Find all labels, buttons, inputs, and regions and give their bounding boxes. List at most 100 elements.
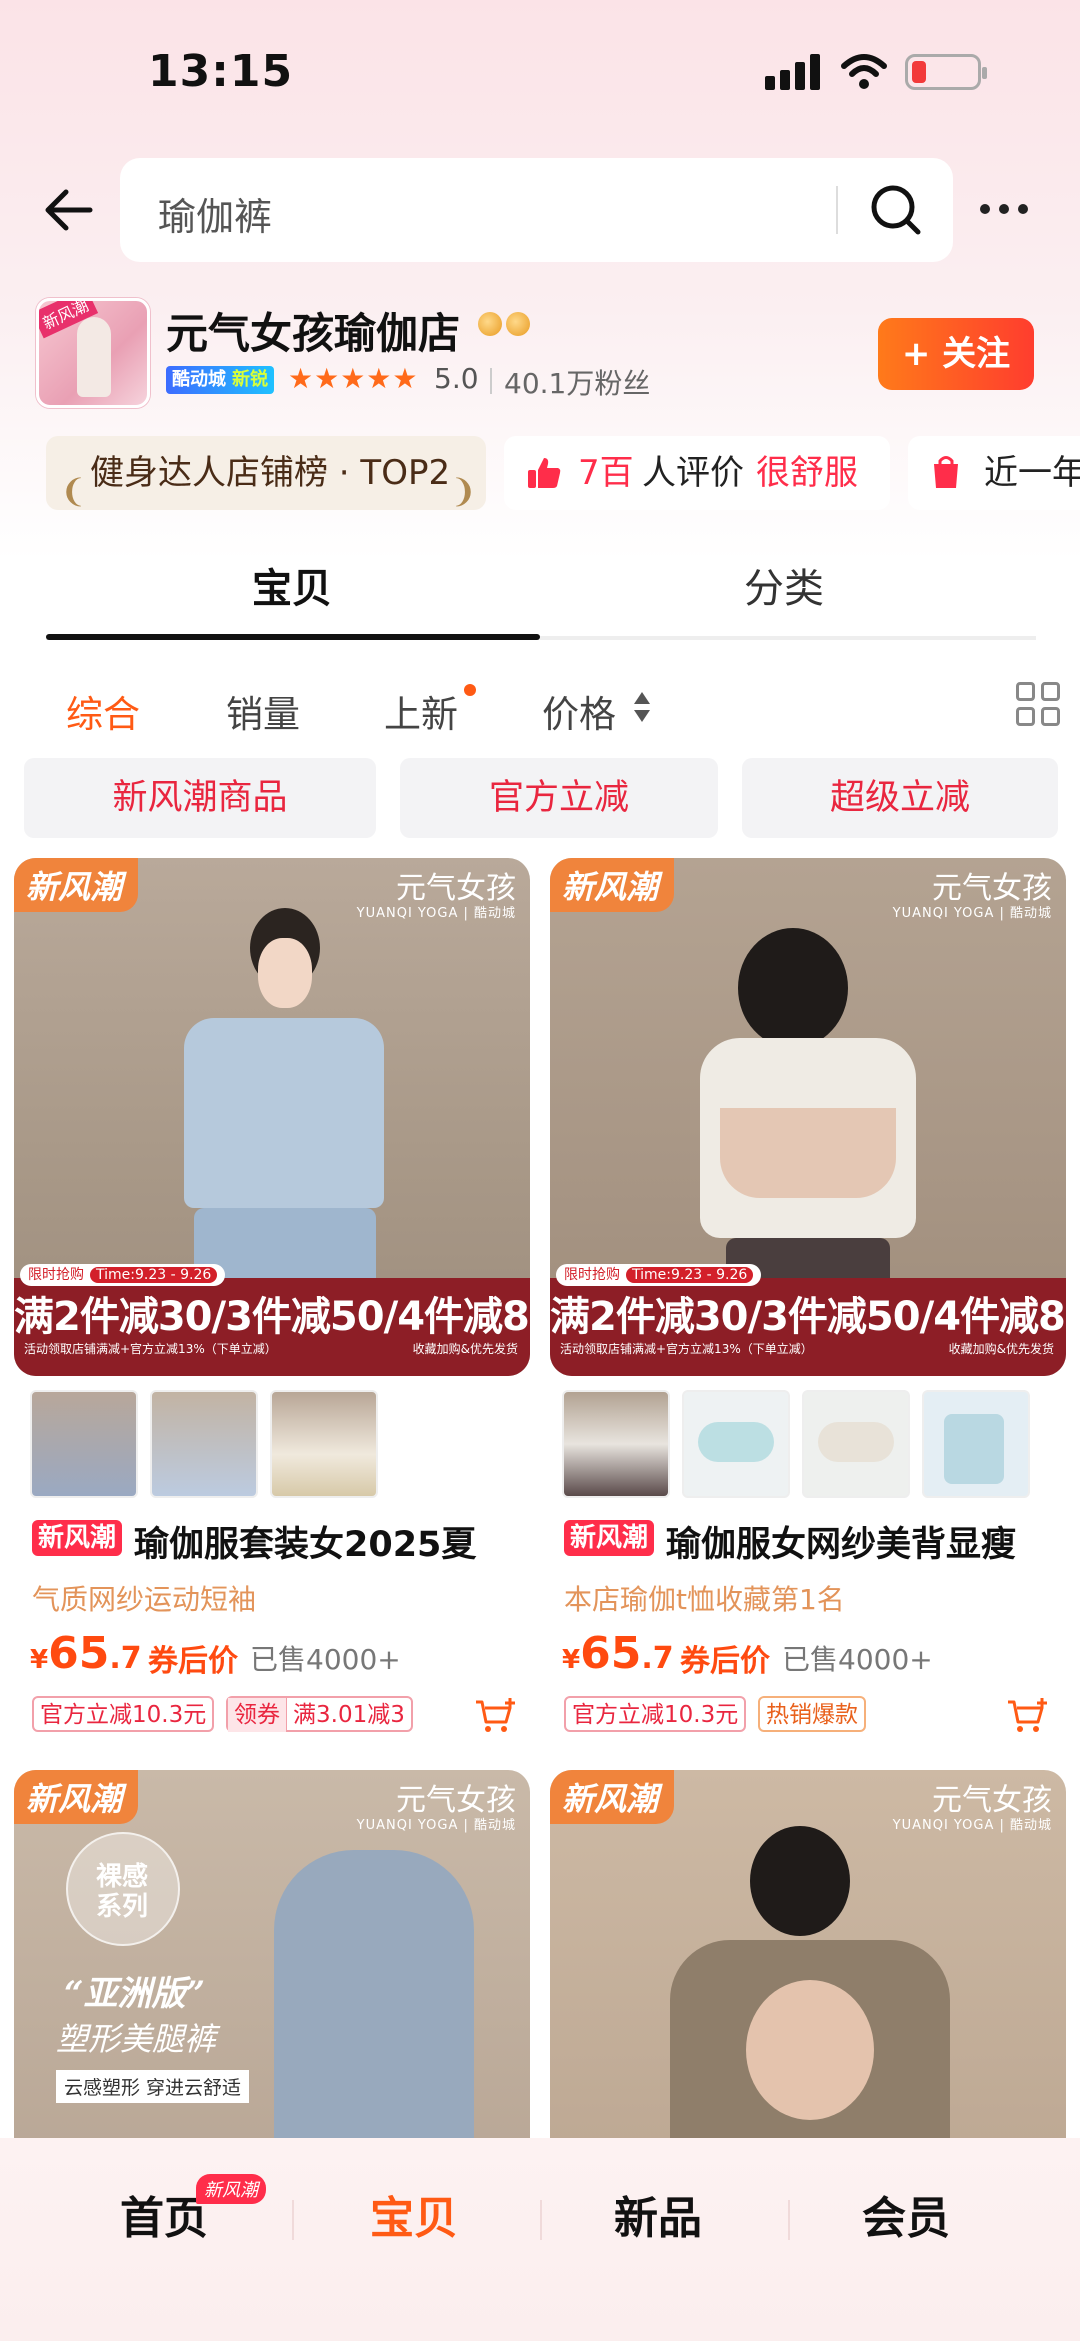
filter-new-trend[interactable]: 新风潮商品 [24,758,376,838]
shop-name[interactable]: 元气女孩瑜伽店 [166,300,460,361]
brand-watermark: 元气女孩 YUANQI YOGA | 酷动城 [892,871,1052,922]
rating-stars: ★★★★★ [288,362,419,395]
product-slogan-quote: “亚洲版” [64,1974,206,2014]
model-back [746,1980,874,2120]
ribbon-badge: 新风潮 [14,1770,139,1824]
product-thumbnail[interactable] [562,1390,670,1498]
sort-price[interactable]: 价格 [542,684,616,738]
model-hair [750,1826,850,1936]
sort-overall[interactable]: 综合 [66,684,140,738]
cellular-signal-icon [765,54,821,90]
shop-logo[interactable]: 新风潮 [36,298,150,408]
crown-icon [506,312,530,336]
product-thumbnail[interactable] [30,1390,138,1498]
brand-watermark: 元气女孩 YUANQI YOGA | 酷动城 [356,871,516,922]
brand-watermark: 元气女孩 YUANQI YOGA | 酷动城 [356,1783,516,1834]
tab-products[interactable]: 宝贝 [252,556,332,614]
coupon-tag[interactable]: 官方立减10.3元 [32,1696,215,1732]
product-image[interactable]: 裸感系列 “亚洲版” 塑形美腿裤 云感塑形 穿进云舒适 新风潮 元气女孩 YUAN… [14,1770,530,2190]
product-thumbnail[interactable] [922,1390,1030,1498]
status-bar: 13:15 [0,0,1080,140]
search-divider [836,186,838,234]
brand-watermark: 元气女孩 YUANQI YOGA | 酷动城 [892,1783,1052,1834]
more-options-icon[interactable] [980,196,1030,220]
nav-new-arrivals[interactable]: 新品 [614,2182,702,2246]
nav-products[interactable]: 宝贝 [370,2182,458,2246]
product-title[interactable]: 瑜伽服女网纱美背显瘦 [666,1516,1016,1567]
product-image[interactable]: 新风潮 元气女孩 YUANQI YOGA | 酷动城 [550,1770,1066,2190]
product-image[interactable]: 新风潮 元气女孩 YUANQI YOGA | 酷动城 限时抢购 Time:9.23 … [14,858,530,1376]
product-image[interactable]: 新风潮 元气女孩 YUANQI YOGA | 酷动城 限时抢购 Time:9.23 … [550,858,1066,1376]
new-trend-badge: 新风潮 [32,1520,123,1556]
thumbs-up-icon [528,458,561,488]
home-new-badge: 新风潮 [196,2174,266,2204]
back-arrow-icon[interactable] [40,182,96,238]
product-thumbnail[interactable] [802,1390,910,1498]
after-coupon-label: 券后价 [680,1644,770,1679]
product-price: ¥65.7 [30,1628,142,1679]
nav-divider [292,2200,294,2240]
filter-super-discount[interactable]: 超级立减 [742,758,1058,838]
model-back [720,1108,896,1198]
search-icon[interactable] [868,182,924,238]
status-time: 13:15 [148,46,294,97]
product-price: ¥65.7 [562,1628,674,1679]
after-coupon-label: 券后价 [148,1644,238,1679]
tab-indicator [46,634,540,640]
add-to-cart-icon[interactable] [474,1696,518,1736]
shopping-bag-icon [934,456,958,488]
fan-count: 40.1万粉丝 [504,367,651,400]
promo-text: 满2件减30/3件减50/4件减80 [550,1294,1066,1340]
filter-official-discount[interactable]: 官方立减 [400,758,718,838]
ribbon-badge: 新风潮 [14,858,139,912]
ribbon-badge: 新风潮 [550,858,675,912]
new-trend-badge: 新风潮 [564,1520,655,1556]
wifi-icon [841,54,887,89]
sort-arrows-icon [634,692,650,722]
model-face [258,938,312,1008]
hot-sale-tag: 热销爆款 [758,1696,866,1732]
battery-icon [905,54,987,90]
search-bar[interactable]: 瑜伽裤 [120,158,953,262]
product-title[interactable]: 瑜伽服套装女2025夏 [134,1516,476,1567]
coupon-tag[interactable]: 领券 满3.01减3 [226,1696,413,1732]
product-thumbnail[interactable] [270,1390,378,1498]
nav-divider [540,2200,542,2240]
laurel-left-icon: ❨ [60,472,87,510]
follow-button[interactable]: + 关注 [878,318,1034,390]
new-dot-indicator [464,684,476,696]
model-top [184,1018,384,1208]
product-subtitle: 气质网纱运动短袖 [32,1583,257,1616]
ribbon-badge: 新风潮 [550,1770,675,1824]
nav-divider [788,2200,790,2240]
shop-rank-chip[interactable]: ❨ 健身达人店铺榜 · TOP2 ❩ [46,436,486,510]
laurel-right-icon: ❩ [450,472,477,510]
sold-count: 已售4000+ [250,1643,401,1676]
shop-tag: 酷动城 新锐 [166,366,274,394]
plus-icon: + [901,334,943,374]
tab-categories[interactable]: 分类 [744,556,824,614]
rating-value: 5.0 [434,362,479,395]
sort-sales[interactable]: 销量 [226,684,300,738]
sort-new[interactable]: 上新 [384,684,458,738]
coupon-tag[interactable]: 官方立减10.3元 [564,1696,747,1732]
bottom-navigation: 首页 新风潮 宝贝 新品 会员 [0,2138,1080,2341]
search-input[interactable]: 瑜伽裤 [158,186,272,241]
model-hair [738,928,848,1048]
review-chip[interactable]: 7百 人评价 很舒服 [504,436,890,510]
grid-view-icon[interactable] [1016,682,1062,728]
product-subtitle: 本店瑜伽t恤收藏第1名 [564,1583,845,1616]
promo-banner: 限时抢购 Time:9.23 - 9.26 满2件减30/3件减50/4件减80 … [14,1264,530,1376]
product-slogan: 塑形美腿裤 [56,2020,217,2058]
nav-membership[interactable]: 会员 [862,2182,950,2246]
promo-text: 满2件减30/3件减50/4件减80 [14,1294,530,1340]
product-thumbnail[interactable] [150,1390,258,1498]
crown-icon [478,312,502,336]
product-thumbnail[interactable] [682,1390,790,1498]
series-label: 裸感系列 [95,1862,148,1922]
divider [490,368,492,394]
nav-home[interactable]: 首页 [120,2182,208,2246]
sold-count: 已售4000+ [782,1643,933,1676]
recent-chip[interactable]: 近一年 [908,436,1080,510]
add-to-cart-icon[interactable] [1006,1696,1050,1736]
